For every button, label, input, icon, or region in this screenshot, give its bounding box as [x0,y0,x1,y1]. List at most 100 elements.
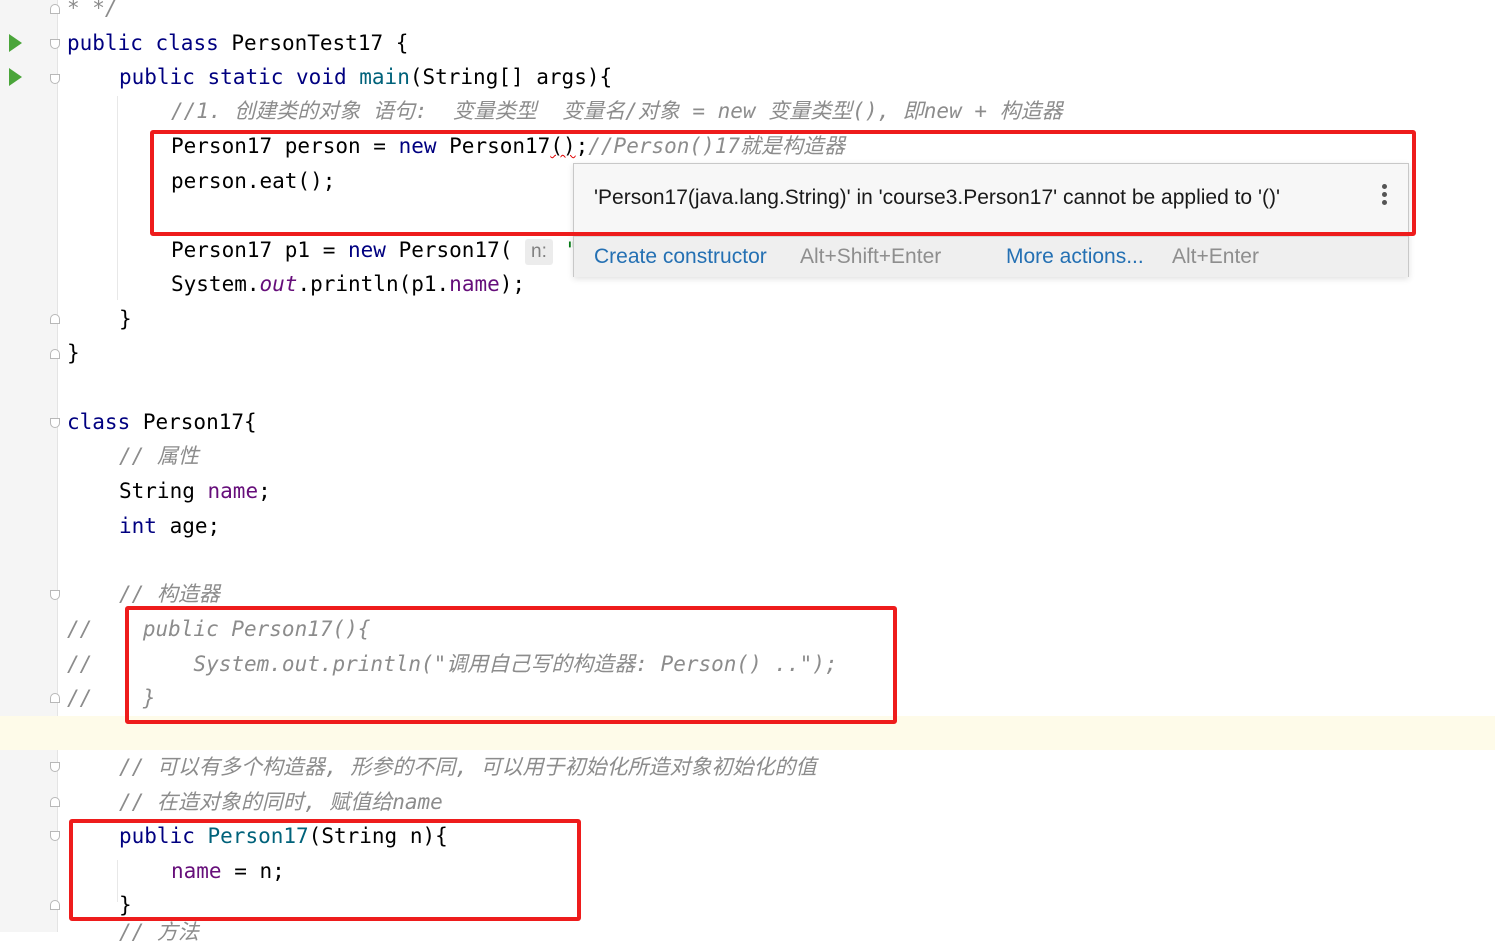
editor-gutter [0,0,58,932]
field: name [207,479,259,503]
code-text: String [119,479,208,503]
code-text: (String n){ [308,824,448,848]
code-line-5[interactable]: person.eat(); [171,164,335,198]
keyword: int [119,514,157,538]
create-constructor-shortcut: Alt+Shift+Enter [800,245,942,268]
code-text: System. [171,272,260,296]
brace: { [395,31,409,55]
comment: * */ [67,0,118,20]
code-line-25[interactable]: name = n; [171,854,285,888]
indent-guide [117,860,118,902]
comment: // 在造对象的同时, 赋值给name [119,790,443,814]
code-line-10[interactable]: } [67,336,80,370]
field: name [171,859,222,883]
keyword: public [119,65,195,89]
error-tooltip: 'Person17(java.lang.String)' in 'course3… [573,163,1409,277]
keyword: class [155,31,219,55]
comment: // } [67,686,156,710]
fold-start-icon[interactable] [50,762,60,772]
brace: } [119,893,132,917]
fold-end-icon[interactable] [50,314,60,324]
fold-end-icon[interactable] [50,797,60,807]
code-text: Person17 [436,134,551,158]
code-text: ; [258,479,271,503]
parameter-hint: n: [525,239,553,265]
brace: } [67,341,80,365]
comment: // 属性 [119,444,199,468]
code-text: Person17 person = [171,134,399,158]
code-line-1[interactable]: public class PersonTest17 { [67,26,408,60]
code-line-8[interactable]: System.out.println(p1.name); [171,267,525,301]
code-line-22[interactable]: // 可以有多个构造器, 形参的不同, 可以用于初始化所造对象初始化的值 [119,750,817,784]
fold-start-icon[interactable] [50,418,60,428]
code-line-4[interactable]: Person17 person = new Person17();//Perso… [171,129,845,163]
code-text: ; [575,134,589,158]
indent-guide [117,96,118,300]
constructor-name: Person17 [207,824,309,848]
params: (String[] args){ [409,65,613,89]
keyword: void [296,65,347,89]
current-line-highlight [0,716,1495,750]
code-line-24[interactable]: public Person17(String n){ [119,819,448,853]
brace: } [119,307,132,331]
keyword: class [67,410,131,434]
gutter-divider [57,0,58,932]
code-text: .println(p1. [297,272,450,296]
code-line-3[interactable]: //1. 创建类的对象 语句: 变量类型 变量名/对象 = new 变量类型()… [171,94,1063,128]
code-line-9[interactable]: } [119,302,132,336]
fold-start-icon[interactable] [50,39,60,49]
code-text: age; [156,514,221,538]
comment: // System.out.println("调用自己写的构造器: Person… [67,652,838,676]
run-method-icon[interactable] [9,68,22,86]
fold-start-icon[interactable] [50,74,60,84]
comment: // 可以有多个构造器, 形参的不同, 可以用于初始化所造对象初始化的值 [119,755,817,779]
more-actions-link[interactable]: More actions... [1006,245,1144,269]
vertical-ellipsis-icon[interactable] [1382,184,1388,208]
code-text: = n; [221,859,285,883]
code-line-17[interactable]: // 构造器 [119,577,220,611]
method-name: main [359,65,410,89]
code-line-19[interactable]: // System.out.println("调用自己写的构造器: Person… [67,647,838,681]
keyword: public [119,824,195,848]
fold-start-icon[interactable] [50,590,60,600]
keyword: new [348,238,386,262]
code-line-27[interactable]: // 方法 [119,915,199,949]
code-line-20[interactable]: // } [67,681,156,715]
code-text: ); [499,272,526,296]
keyword: static [207,65,284,89]
comment: // 构造器 [119,582,220,606]
create-constructor-link[interactable]: Create constructor [594,245,767,269]
keyword: new [398,134,437,158]
code-line-0[interactable]: * */ [67,0,118,25]
error-message: 'Person17(java.lang.String)' in 'course3… [594,186,1280,209]
code-line-7[interactable]: Person17 p1 = new Person17( n: " [171,233,578,267]
fold-end-icon[interactable] [50,693,60,703]
fold-start-icon[interactable] [50,831,60,841]
tooltip-actions: Create constructor Alt+Shift+Enter More … [574,237,1408,277]
fold-end-icon[interactable] [50,349,60,359]
code-text: Person17( [385,238,526,262]
class-name: PersonTest17 [231,31,384,55]
static-field: out [259,272,298,296]
field: name [449,272,500,296]
code-line-18[interactable]: // public Person17(){ [67,612,370,646]
code-text: Person17{ [130,410,257,434]
code-text: Person17 p1 = [171,238,349,262]
comment: //1. 创建类的对象 语句: 变量类型 变量名/对象 = new 变量类型()… [171,99,1063,123]
comment: //Person()17就是构造器 [588,134,845,158]
code-line-23[interactable]: // 在造对象的同时, 赋值给name [119,785,443,819]
comment: // public Person17(){ [67,617,371,641]
more-actions-shortcut: Alt+Enter [1172,245,1259,268]
code-line-15[interactable]: int age; [119,509,220,543]
code-line-2[interactable]: public static void main(String[] args){ [119,60,612,94]
code-line-14[interactable]: String name; [119,474,271,508]
keyword: public [67,31,143,55]
run-class-icon[interactable] [9,34,22,52]
code-line-12[interactable]: class Person17{ [67,405,257,439]
fold-end-icon[interactable] [50,900,60,910]
code-text: person.eat(); [171,169,336,193]
code-line-13[interactable]: // 属性 [119,439,199,473]
comment: // 方法 [119,920,199,944]
fold-end-icon[interactable] [50,4,60,14]
error-underline[interactable]: () [550,134,575,158]
